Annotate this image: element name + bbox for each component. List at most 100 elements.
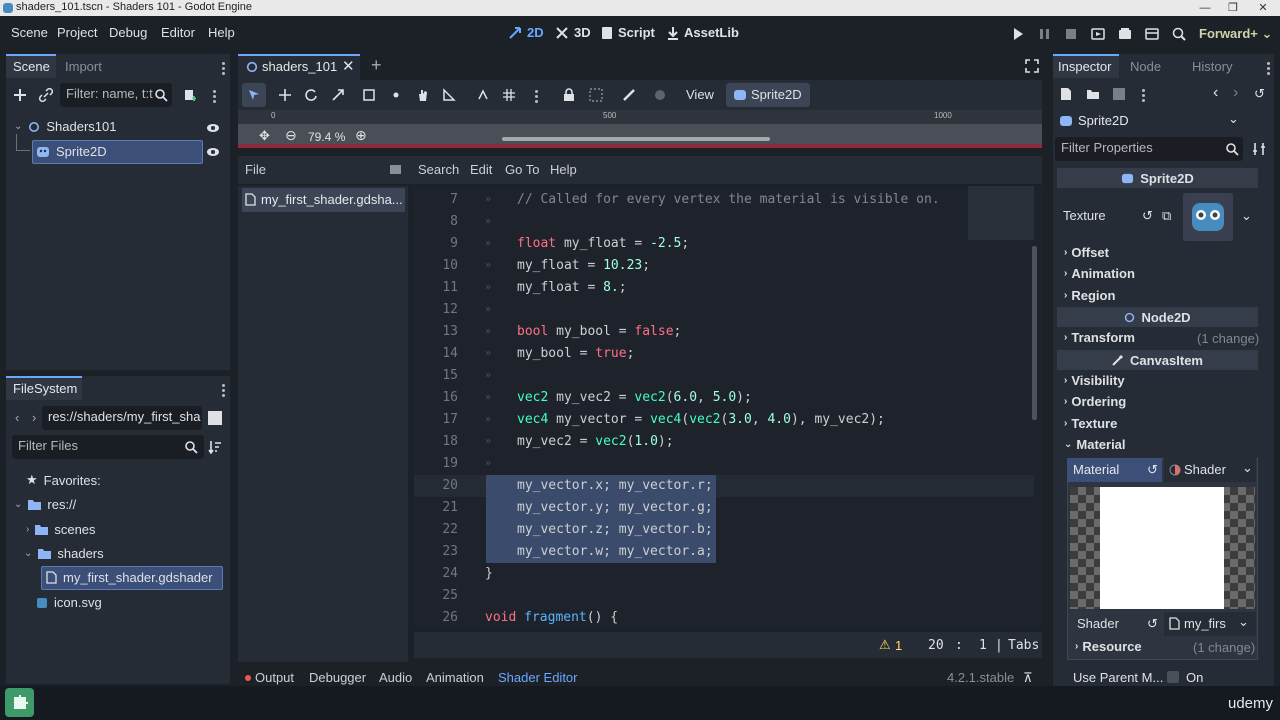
- object-dropdown-icon[interactable]: ⌄: [1228, 111, 1239, 127]
- scene-dock-menu-icon[interactable]: [222, 60, 226, 77]
- pivot-tool-icon[interactable]: [389, 88, 403, 102]
- scene-extra-menu-icon[interactable]: [213, 88, 217, 105]
- tab-import[interactable]: Import: [65, 59, 102, 74]
- menu-project[interactable]: Project: [57, 25, 97, 40]
- texture-dropdown-icon[interactable]: ⌄: [1241, 208, 1252, 224]
- line-number[interactable]: 25: [414, 585, 458, 607]
- collapse-arrow-icon[interactable]: ⌄: [24, 548, 32, 559]
- line-number[interactable]: 8: [414, 211, 458, 233]
- line-number[interactable]: 21: [414, 497, 458, 519]
- menu-help[interactable]: Help: [208, 25, 235, 40]
- code-scrollbar[interactable]: [1032, 246, 1037, 420]
- code-line[interactable]: 22 » my_vector.z; my_vector.b;: [414, 519, 1034, 541]
- snap-options-icon[interactable]: [535, 88, 539, 105]
- play-custom-scene-icon[interactable]: [1117, 26, 1133, 42]
- workspace-2d-button[interactable]: 2D: [508, 25, 544, 40]
- code-line[interactable]: 26 void fragment() {: [414, 607, 1034, 628]
- code-line[interactable]: 21 » my_vector.y; my_vector.g;: [414, 497, 1034, 519]
- line-number[interactable]: 16: [414, 387, 458, 409]
- code-line[interactable]: 18 » my_vec2 = vec2(1.0);: [414, 431, 1034, 453]
- tab-history[interactable]: History: [1192, 59, 1232, 74]
- close-tab-icon[interactable]: ✕: [342, 57, 355, 75]
- line-number[interactable]: 23: [414, 541, 458, 563]
- shader-menu-help[interactable]: Help: [550, 162, 577, 177]
- code-line[interactable]: 11 » my_float = 8.;: [414, 277, 1034, 299]
- folder-res[interactable]: ⌄ res://: [14, 497, 76, 512]
- menu-scene[interactable]: Scene: [11, 25, 48, 40]
- code-line[interactable]: 24}: [414, 563, 1034, 585]
- warning-icon[interactable]: ⚠: [879, 637, 891, 653]
- object-history-icon[interactable]: ↺: [1254, 86, 1265, 102]
- code-line[interactable]: 17 » vec4 my_vector = vec4(vec2(3.0, 4.0),…: [414, 409, 1034, 431]
- shader-menu-file[interactable]: File: [245, 162, 266, 177]
- filesystem-path-input[interactable]: res://shaders/my_first_sha: [42, 406, 202, 430]
- pan-tool-icon[interactable]: [416, 88, 430, 102]
- section-offset[interactable]: › Offset: [1064, 245, 1109, 260]
- attach-script-icon[interactable]: [183, 88, 197, 102]
- section-ordering[interactable]: › Ordering: [1064, 394, 1126, 409]
- code-line[interactable]: 10 » my_float = 10.23;: [414, 255, 1034, 277]
- smart-snap-icon[interactable]: [476, 88, 490, 102]
- use-parent-checkbox[interactable]: [1167, 671, 1179, 683]
- shader-menu-goto[interactable]: Go To: [505, 162, 539, 177]
- sprite-tool-icon[interactable]: [653, 88, 667, 102]
- code-line[interactable]: 25: [414, 585, 1034, 607]
- code-line[interactable]: 23 » my_vector.w; my_vector.a;: [414, 541, 1034, 563]
- line-number[interactable]: 9: [414, 233, 458, 255]
- ruler-tool-icon[interactable]: [442, 88, 456, 102]
- workspace-script-button[interactable]: Script: [601, 25, 655, 40]
- section-texture[interactable]: › Texture: [1064, 416, 1117, 431]
- revert-icon[interactable]: ↺: [1147, 616, 1158, 632]
- tab-debugger[interactable]: Debugger: [309, 670, 366, 685]
- shader-menu-edit[interactable]: Edit: [470, 162, 492, 177]
- pause-icon[interactable]: [1037, 26, 1053, 42]
- line-number[interactable]: 18: [414, 431, 458, 453]
- stop-icon[interactable]: [1063, 26, 1079, 42]
- add-node-icon[interactable]: [13, 88, 27, 102]
- material-dropdown-icon[interactable]: ⌄: [1242, 460, 1253, 476]
- filter-files-input[interactable]: Filter Files: [12, 435, 204, 459]
- line-number[interactable]: 17: [414, 409, 458, 431]
- movie-maker-icon[interactable]: [1144, 26, 1160, 42]
- distraction-free-icon[interactable]: [1025, 59, 1039, 73]
- section-region[interactable]: › Region: [1064, 288, 1115, 303]
- center-view-icon[interactable]: ✥: [259, 128, 270, 144]
- menu-debug[interactable]: Debug: [109, 25, 147, 40]
- code-line[interactable]: 19 »: [414, 453, 1034, 475]
- history-forward-icon[interactable]: ›: [1233, 84, 1238, 102]
- section-transform[interactable]: › Transform: [1064, 330, 1135, 345]
- code-line[interactable]: 13 » bool my_bool = false;: [414, 321, 1034, 343]
- add-tab-icon[interactable]: +: [371, 55, 382, 76]
- inspected-object-name[interactable]: Sprite2D: [1078, 113, 1129, 128]
- code-line[interactable]: 15 »: [414, 365, 1034, 387]
- section-material[interactable]: ⌄ Material: [1064, 437, 1126, 452]
- renderer-select[interactable]: Forward+ ⌄: [1199, 26, 1272, 42]
- horizontal-scrollbar[interactable]: [502, 137, 770, 141]
- visibility-eye-icon[interactable]: [206, 145, 220, 159]
- expand-bottom-panel-icon[interactable]: ⊼: [1023, 670, 1033, 686]
- line-number[interactable]: 26: [414, 607, 458, 628]
- grid-snap-icon[interactable]: [502, 88, 516, 102]
- rotate-tool-icon[interactable]: [304, 88, 318, 102]
- code-line[interactable]: 7 » // Called for every vertex the materia…: [414, 189, 1034, 211]
- code-line[interactable]: 9 » float my_float = -2.5;: [414, 233, 1034, 255]
- play-scene-icon[interactable]: [1090, 26, 1106, 42]
- menu-editor[interactable]: Editor: [161, 25, 195, 40]
- history-back-icon[interactable]: ‹: [1213, 84, 1218, 102]
- save-icon[interactable]: [1112, 87, 1126, 101]
- inspector-dock-menu-icon[interactable]: [1267, 60, 1271, 77]
- code-line[interactable]: 8»: [414, 211, 1034, 233]
- tab-audio[interactable]: Audio: [379, 670, 412, 685]
- remote-debug-icon[interactable]: [1171, 26, 1187, 42]
- tab-output[interactable]: Output: [255, 670, 294, 685]
- code-editor[interactable]: 7 » // Called for every vertex the materia…: [414, 186, 1042, 628]
- revert-icon[interactable]: ↺: [1142, 208, 1153, 224]
- section-resource[interactable]: › Resource: [1075, 639, 1142, 654]
- shader-menu-search[interactable]: Search: [418, 162, 459, 177]
- line-number[interactable]: 24: [414, 563, 458, 585]
- tab-shader-editor[interactable]: Shader Editor: [498, 670, 578, 685]
- back-icon[interactable]: ‹: [15, 410, 19, 425]
- texture-preview[interactable]: [1183, 193, 1233, 241]
- code-line[interactable]: 14 » my_bool = true;: [414, 343, 1034, 365]
- section-visibility[interactable]: › Visibility: [1064, 373, 1125, 388]
